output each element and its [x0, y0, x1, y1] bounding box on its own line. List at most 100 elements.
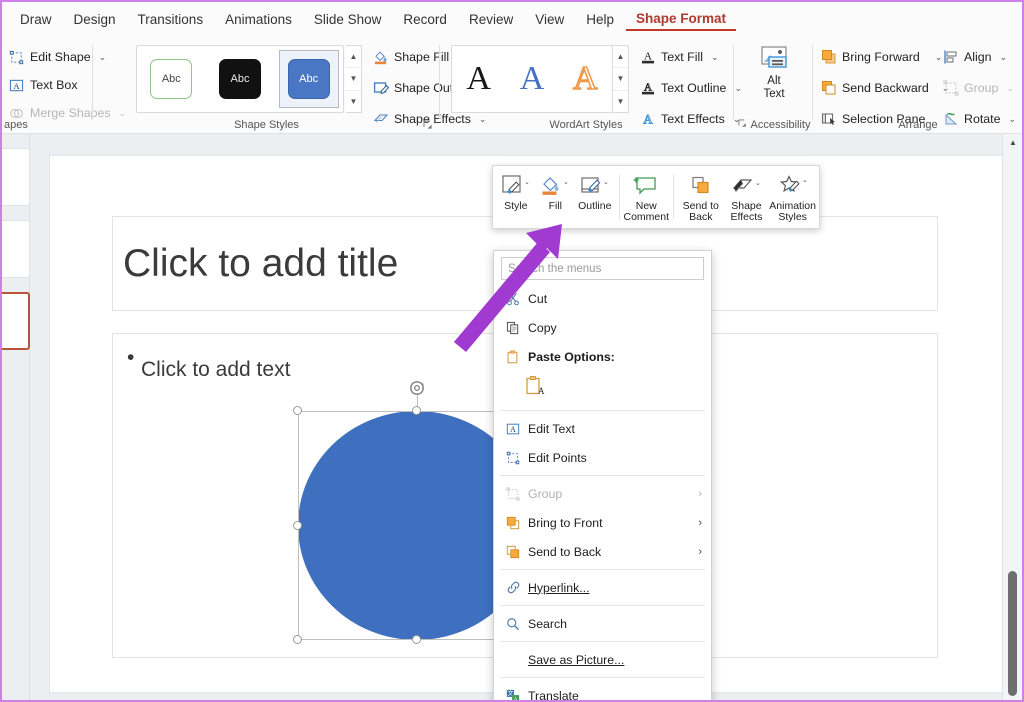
- resize-handle-nw[interactable]: [293, 406, 302, 415]
- ribbon-tab-bar: Draw Design Transitions Animations Slide…: [2, 2, 1022, 37]
- slide-thumbnail-2[interactable]: [0, 220, 30, 278]
- context-menu-item-hyperlink[interactable]: Hyperlink...: [494, 573, 711, 602]
- align-button[interactable]: Align ⌄: [942, 45, 1016, 69]
- body-placeholder-text: • Click to add text: [127, 346, 146, 370]
- slide-thumbnail-3-current[interactable]: [0, 292, 30, 350]
- tab-slide-show[interactable]: Slide Show: [304, 9, 392, 30]
- shape-context-menu[interactable]: Search the menus Cut Copy Paste Options:: [493, 250, 712, 702]
- gallery-expand-more-icon[interactable]: ▼: [346, 91, 361, 112]
- svg-text:⌄: ⌄: [563, 179, 569, 186]
- gallery-scroll-up-icon[interactable]: ▲: [613, 46, 628, 68]
- context-menu-item-cut[interactable]: Cut: [494, 284, 711, 313]
- resize-handle-n[interactable]: [412, 406, 421, 415]
- context-menu-label-bring-to-front: Bring to Front: [528, 516, 603, 530]
- context-menu-item-edit-text[interactable]: A Edit Text: [494, 414, 711, 443]
- slide-thumbnail-1[interactable]: [0, 148, 30, 206]
- bring-forward-button[interactable]: Bring Forward ⌄: [820, 45, 949, 69]
- alt-text-button[interactable]: Alt Text: [743, 43, 805, 101]
- wordart-gallery[interactable]: A A A: [451, 45, 613, 113]
- group-button[interactable]: Group ⌄: [942, 76, 1016, 100]
- wordart-thumb-blue[interactable]: A: [520, 62, 545, 96]
- mini-animation-styles-label: Animation Styles: [769, 201, 816, 225]
- gallery-scroll-up-icon[interactable]: ▲: [346, 46, 361, 68]
- tab-animations[interactable]: Animations: [215, 9, 302, 30]
- context-menu-label-cut: Cut: [528, 292, 547, 306]
- scroll-up-icon[interactable]: ▲: [1003, 134, 1023, 150]
- bring-forward-label: Bring Forward: [842, 50, 920, 64]
- tab-help[interactable]: Help: [576, 9, 624, 30]
- shape-styles-scroll-spinner[interactable]: ▲ ▼ ▼: [346, 45, 362, 113]
- tab-draw[interactable]: Draw: [10, 9, 62, 30]
- wordart-scroll-spinner[interactable]: ▲ ▼ ▼: [613, 45, 629, 113]
- search-magnifier-icon: [502, 617, 524, 631]
- shape-style-thumb-3-selected[interactable]: Abc: [279, 50, 339, 108]
- gallery-scroll-down-icon[interactable]: ▼: [346, 68, 361, 90]
- context-menu-label-edit-points: Edit Points: [528, 451, 587, 465]
- shape-style-thumb-2[interactable]: Abc: [210, 50, 270, 108]
- mini-animation-styles-button[interactable]: ⌄ Animation Styles: [769, 170, 816, 224]
- tab-transitions[interactable]: Transitions: [128, 9, 214, 30]
- wordart-thumb-orange[interactable]: A: [573, 62, 598, 96]
- send-to-back-icon: [502, 545, 524, 559]
- context-menu-item-edit-points[interactable]: Edit Points: [494, 443, 711, 472]
- mini-send-to-back-label: Send to Back: [678, 201, 724, 225]
- context-menu-item-search[interactable]: Search: [494, 609, 711, 638]
- group-separator: [812, 45, 813, 119]
- rotation-handle-icon[interactable]: [408, 379, 426, 397]
- shape-style-thumb-1[interactable]: Abc: [141, 50, 201, 108]
- resize-handle-sw[interactable]: [293, 635, 302, 644]
- gallery-expand-more-icon[interactable]: ▼: [613, 91, 628, 112]
- scissors-icon: [502, 292, 524, 306]
- tab-design[interactable]: Design: [64, 9, 126, 30]
- chevron-down-icon: ⌄: [1006, 83, 1014, 94]
- slide-thumbnail-pane[interactable]: [2, 134, 30, 700]
- group-separator: [439, 45, 440, 119]
- paste-keep-text-icon[interactable]: A: [524, 375, 546, 404]
- mini-fill-button[interactable]: ⌄ Fill: [536, 170, 576, 224]
- gallery-scroll-down-icon[interactable]: ▼: [613, 68, 628, 90]
- ribbon-group-shape-styles: Abc Abc Abc ▲ ▼ ▼ Shape Fill: [94, 37, 439, 134]
- wordart-thumb-black[interactable]: A: [466, 62, 491, 96]
- text-box-button[interactable]: A Text Box: [8, 73, 78, 97]
- text-outline-button[interactable]: A Text Outline ⌄: [639, 76, 742, 100]
- svg-text:A: A: [510, 425, 516, 434]
- group-label-shape-styles: Shape Styles: [94, 119, 439, 131]
- context-menu-label-group: Group: [528, 487, 562, 501]
- tab-review[interactable]: Review: [459, 9, 523, 30]
- accessibility-dialog-launcher-icon[interactable]: [738, 119, 747, 131]
- edit-shape-icon: [8, 49, 25, 66]
- context-menu-item-send-to-back[interactable]: Send to Back ›: [494, 537, 711, 566]
- ribbon-group-accessibility: Alt Text Accessibility: [735, 37, 813, 134]
- context-menu-item-save-as-picture[interactable]: Save as Picture...: [494, 645, 711, 674]
- mini-send-to-back-button[interactable]: Send to Back: [678, 170, 724, 224]
- context-menu-item-translate[interactable]: 文A Translate: [494, 681, 711, 702]
- group-icon: [942, 80, 959, 97]
- tab-shape-format[interactable]: Shape Format: [626, 8, 736, 31]
- search-menus-placeholder: Search the menus: [508, 263, 601, 275]
- context-menu-item-bring-to-front[interactable]: Bring to Front ›: [494, 508, 711, 537]
- mini-outline-button[interactable]: ⌄ Outline: [575, 170, 615, 224]
- shape-styles-gallery[interactable]: Abc Abc Abc: [136, 45, 344, 113]
- search-menus-input[interactable]: Search the menus: [501, 257, 704, 280]
- mini-shape-effects-button[interactable]: ⌄ Shape Effects: [724, 170, 770, 224]
- svg-text:⌄: ⌄: [524, 179, 530, 186]
- context-menu-item-group[interactable]: Group ›: [494, 479, 711, 508]
- context-menu-item-copy[interactable]: Copy: [494, 313, 711, 342]
- mini-new-comment-label: New Comment: [623, 201, 669, 225]
- svg-text:A: A: [538, 386, 545, 396]
- text-fill-label: Text Fill: [661, 50, 703, 64]
- shape-outline-icon: [372, 80, 389, 97]
- tab-view[interactable]: View: [525, 9, 574, 30]
- scrollbar-thumb[interactable]: [1008, 571, 1017, 696]
- resize-handle-s[interactable]: [412, 635, 421, 644]
- text-fill-button[interactable]: A Text Fill ⌄: [639, 45, 742, 69]
- mini-style-button[interactable]: ⌄ Style: [496, 170, 536, 224]
- tab-record[interactable]: Record: [393, 9, 457, 30]
- shape-styles-dialog-launcher-icon[interactable]: [423, 120, 433, 132]
- send-backward-button[interactable]: Send Backward ⌄: [820, 76, 949, 100]
- vertical-scrollbar[interactable]: ▲: [1002, 134, 1022, 700]
- resize-handle-w[interactable]: [293, 521, 302, 530]
- mini-toolbar[interactable]: ⌄ Style ⌄ Fill: [492, 165, 820, 229]
- context-menu-separator: [500, 605, 705, 606]
- mini-new-comment-button[interactable]: New Comment: [623, 170, 669, 224]
